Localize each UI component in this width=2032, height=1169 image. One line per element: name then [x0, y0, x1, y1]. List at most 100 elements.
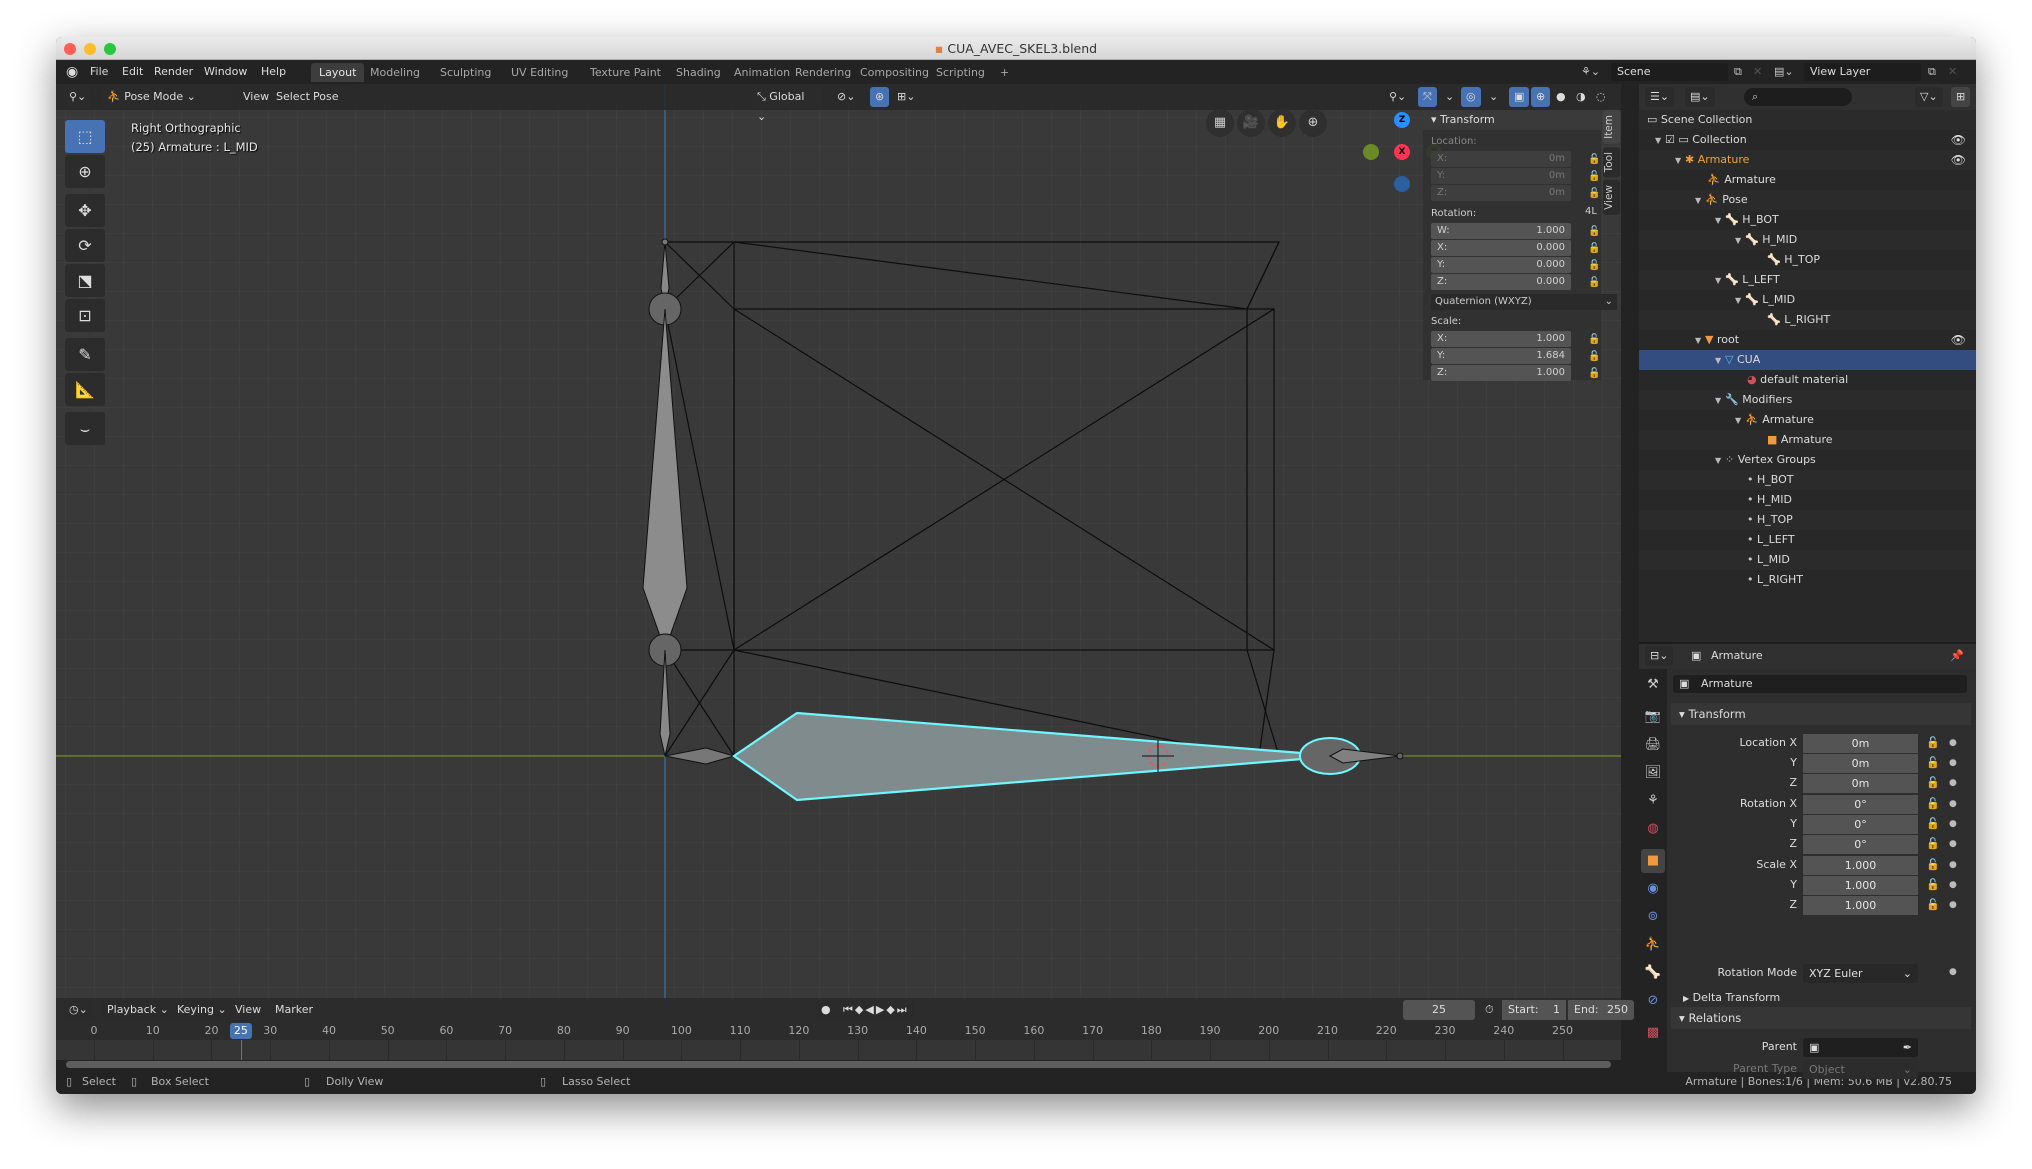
menu-help[interactable]: Help [261, 60, 286, 84]
lock-icon[interactable]: 🔓 [1926, 756, 1940, 769]
viewport-canvas[interactable] [56, 84, 1621, 998]
tab-bone[interactable]: 🦴 [1641, 961, 1665, 985]
transform-value-field[interactable]: 1.000 [1803, 896, 1918, 915]
mode-selector[interactable]: ⛹ Pose Mode ⌄ [102, 87, 232, 107]
bone-envelope-tool[interactable]: ⌣ [65, 412, 105, 445]
keyframe-dot[interactable]: ● [1949, 799, 1957, 809]
outliner-row[interactable]: ▼ ☑ ▭ Collection 👁 [1639, 130, 1976, 150]
snap-element-dropdown[interactable]: ⊞⌄ [892, 87, 920, 107]
lock-icon[interactable]: 🔓 [1926, 797, 1940, 810]
timeline-editor-type-button[interactable]: ◷⌄ [64, 1000, 93, 1020]
rotation-mode-select[interactable]: XYZ Euler ⌄ [1803, 964, 1918, 983]
disclosure-triangle-icon[interactable]: ▼ [1695, 331, 1705, 351]
filter-dropdown[interactable]: ▽⌄ [1915, 87, 1943, 107]
jump-end-icon[interactable]: ⏭ [897, 1003, 909, 1016]
cursor-tool[interactable]: ⊕ [65, 155, 105, 188]
transform-value-field[interactable]: 0° [1803, 815, 1918, 834]
tab-object[interactable]: ■ [1641, 849, 1665, 873]
visibility-eye-icon[interactable]: 👁 [1951, 150, 1966, 170]
lock-icon[interactable]: 🔓 [1926, 736, 1940, 749]
play-icon[interactable]: ▶ [876, 1003, 886, 1016]
new-scene-icon[interactable]: ⧉ [1734, 60, 1742, 84]
outliner-row[interactable]: 🦴 L_RIGHT [1639, 310, 1976, 330]
keyframe-dot[interactable]: ● [1949, 738, 1957, 748]
timeline-scrollbar[interactable] [66, 1061, 1611, 1068]
outliner-row[interactable]: ■ Armature [1639, 430, 1976, 450]
transform-value-field[interactable]: 0m [1803, 734, 1918, 753]
transform-orientation-dropdown[interactable]: ⤡ Global ⌄ [752, 87, 822, 123]
outliner-row[interactable]: • H_TOP [1639, 510, 1976, 530]
transform-value-field[interactable]: 1.000 [1803, 876, 1918, 895]
auto-keying-toggle[interactable]: ● [816, 1000, 836, 1020]
gizmo-dropdown[interactable]: ⌄ [1440, 87, 1459, 107]
lock-icon[interactable]: 🔓 [1588, 260, 1600, 271]
maximize-window-button[interactable] [104, 43, 116, 55]
outliner-row[interactable]: • L_MID [1639, 550, 1976, 570]
disclosure-triangle-icon[interactable]: ▼ [1715, 451, 1725, 471]
keyframe-dot[interactable]: ● [1949, 778, 1957, 788]
current-frame-field[interactable]: 25 [1403, 1000, 1475, 1020]
npanel-transform-header[interactable]: ▾ Transform [1423, 110, 1601, 130]
outliner-row[interactable]: ▼ 🦴 H_MID [1639, 230, 1976, 250]
outliner-row[interactable]: ▼ ⛹ Armature [1639, 410, 1976, 430]
scale-y-field[interactable]: Y: 1.684 [1431, 348, 1571, 364]
blender-logo-icon[interactable]: ◉ [66, 60, 78, 84]
menu-playback[interactable]: Playback ⌄ [102, 1000, 174, 1020]
tab-render[interactable]: 📷 [1641, 705, 1665, 729]
solid-shading-button[interactable]: ● [1551, 87, 1571, 107]
outliner-row[interactable]: ▼ ⁘ Vertex Groups [1639, 450, 1976, 470]
tab-bone-constraints[interactable]: ⊘ [1641, 989, 1665, 1013]
rotate-tool[interactable]: ⟳ [65, 229, 105, 262]
transform-section-header[interactable]: ▾ Transform [1671, 703, 1971, 725]
parent-type-select[interactable]: Object ⌄ [1803, 1060, 1918, 1079]
tab-uv-editing[interactable]: UV Editing [503, 63, 576, 82]
zoom-view-button[interactable]: ⊕ [1299, 109, 1327, 137]
outliner-row[interactable]: ▼ ▽ CUA [1639, 350, 1976, 370]
properties-editor-type-button[interactable]: ⊟⌄ [1645, 646, 1674, 666]
menu-pose[interactable]: Pose [308, 87, 343, 107]
editor-type-button[interactable]: ⚲⌄ [64, 87, 92, 107]
keyframe-dot[interactable]: ● [1949, 900, 1957, 910]
menu-timeline-view[interactable]: View [230, 1000, 266, 1020]
keyframe-dot[interactable]: ● [1949, 758, 1957, 768]
visibility-dropdown[interactable]: ⚲⌄ [1384, 87, 1411, 107]
lock-icon[interactable]: 🔓 [1588, 171, 1600, 182]
tab-physics[interactable]: ◉ [1641, 877, 1665, 901]
tab-constraints[interactable]: ⊚ [1641, 905, 1665, 929]
scale-tool[interactable]: ⬔ [65, 264, 105, 297]
overlays-dropdown[interactable]: ⌄ [1484, 87, 1503, 107]
keyframe-dot[interactable]: ● [1949, 880, 1957, 890]
menu-keying[interactable]: Keying ⌄ [172, 1000, 232, 1020]
outliner-row[interactable]: ▼ 🦴 H_BOT [1639, 210, 1976, 230]
lock-icon[interactable]: 🔓 [1926, 817, 1940, 830]
disclosure-triangle-icon[interactable]: ▼ [1715, 211, 1725, 231]
disclosure-triangle-icon[interactable]: ▼ [1735, 291, 1745, 311]
keyframe-dot[interactable]: ● [1949, 860, 1957, 870]
location-z-field[interactable]: Z: 0m [1431, 185, 1571, 201]
menu-view[interactable]: View [238, 87, 274, 107]
tab-layout[interactable]: Layout [311, 63, 365, 82]
measure-tool[interactable]: 📐 [65, 373, 105, 406]
camera-view-button[interactable]: 🎥 [1237, 109, 1265, 137]
move-tool[interactable]: ✥ [65, 194, 105, 227]
keyframe-dot[interactable]: ● [1949, 839, 1957, 849]
transform-tool[interactable]: ⊡ [65, 299, 105, 332]
neg-z-axis-ball[interactable] [1394, 176, 1410, 192]
tab-scene[interactable]: ⚘ [1641, 789, 1665, 813]
view-layer-field[interactable]: View Layer [1804, 63, 1921, 81]
tab-scripting[interactable]: Scripting [928, 63, 993, 82]
transform-value-field[interactable]: 0° [1803, 835, 1918, 854]
location-y-field[interactable]: Y: 0m [1431, 168, 1571, 184]
tab-compositing[interactable]: Compositing [852, 63, 937, 82]
new-view-layer-icon[interactable]: ⧉ [1928, 60, 1936, 84]
outliner-row[interactable]: ▼ ✱ Armature 👁 [1639, 150, 1976, 170]
visibility-eye-icon[interactable]: 👁 [1951, 130, 1966, 150]
tab-armature-data[interactable]: ⛹ [1641, 933, 1665, 957]
lock-icon[interactable]: 🔓 [1588, 226, 1600, 237]
outliner-editor-type-button[interactable]: ☰⌄ [1645, 87, 1675, 107]
neg-y-axis-ball[interactable] [1363, 144, 1379, 160]
annotate-tool[interactable]: ✎ [65, 338, 105, 371]
x-axis-ball[interactable]: X [1394, 144, 1410, 160]
outliner-row[interactable]: ⛹ Armature [1639, 170, 1976, 190]
menu-file[interactable]: File [90, 60, 108, 84]
